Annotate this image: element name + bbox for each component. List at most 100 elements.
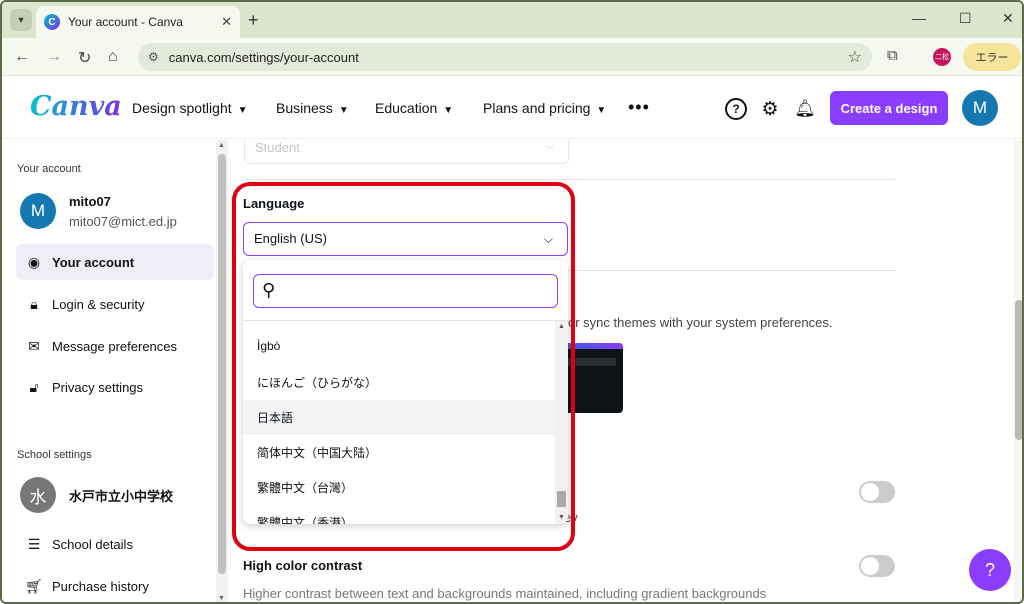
scroll-down-icon[interactable]: ▼: [558, 514, 565, 521]
scrollbar-thumb[interactable]: [557, 491, 566, 507]
more-menu-icon[interactable]: •••: [628, 97, 650, 118]
settings-sidebar: Your account M mito07 mito07@mict.ed.jp …: [2, 140, 216, 602]
school-section-heading: School settings: [17, 449, 92, 461]
high-contrast-toggle[interactable]: [859, 555, 895, 577]
sidebar-item-label: School details: [52, 536, 133, 552]
high-contrast-description: Higher contrast between text and backgro…: [243, 586, 767, 601]
canva-favicon-icon: C: [44, 14, 60, 30]
theme-description: or sync themes with your system preferen…: [568, 315, 833, 330]
back-icon[interactable]: ←: [14, 48, 30, 66]
sidebar-item-label: Your account: [52, 254, 135, 270]
language-value: English (US): [254, 231, 327, 246]
sidebar-item-label: Purchase history: [52, 578, 149, 594]
nav-design-spotlight[interactable]: Design spotlight ▼: [132, 100, 248, 116]
language-options: Ìgbò にほんご（ひらがな） 日本語 简体中文（中国大陆） 繁體中文（台灣） …: [243, 330, 555, 524]
address-bar: ← → ↻ ⌂ ⚙ canva.com/settings/your-accoun…: [2, 38, 1022, 76]
school-name: 水戸市立小中学校: [69, 488, 174, 504]
tab-search-button[interactable]: ▾: [10, 9, 32, 31]
nav-education[interactable]: Education ▼: [375, 100, 453, 116]
list-icon: ☰: [27, 535, 41, 552]
notifications-bell-icon[interactable]: 🔔︎: [794, 98, 816, 120]
person-icon: ◉: [27, 253, 41, 270]
avatar: M: [20, 193, 56, 229]
language-option[interactable]: 日本語: [243, 400, 555, 435]
sidebar-item-login-security[interactable]: 🔒︎ Login & security: [16, 286, 214, 322]
tab-bar: ▾ C Your account - Canva ✕ + — ☐ ✕: [2, 2, 1022, 38]
language-option[interactable]: 繁體中文（香港）: [243, 505, 555, 524]
cart-icon: 🛒︎: [25, 577, 43, 594]
extensions-icon[interactable]: ⧉: [887, 47, 898, 64]
bookmark-star-icon[interactable]: ☆: [848, 47, 862, 67]
language-option[interactable]: にほんご（ひらがな）: [243, 365, 555, 400]
chevron-down-icon: ⌵: [546, 141, 554, 152]
sidebar-item-message-preferences[interactable]: ✉ Message preferences: [16, 328, 214, 364]
sidebar-item-your-account[interactable]: ◉ Your account: [16, 244, 214, 280]
chevron-down-icon: ▼: [596, 105, 607, 116]
forward-icon[interactable]: →: [46, 48, 62, 66]
close-window-icon[interactable]: ✕: [1002, 10, 1014, 27]
language-dropdown: ⚲ Ìgbò にほんご（ひらがな） 日本語 简体中文（中国大陆） 繁體中文（台灣…: [243, 260, 568, 524]
school-info: 水 水戸市立小中学校: [20, 477, 173, 513]
canva-header: Canva Design spotlight ▼ Business ▼ Educat…: [2, 77, 1022, 139]
sidebar-item-label: Login & security: [52, 296, 145, 312]
tab-title: Your account - Canva: [68, 15, 183, 29]
reload-icon[interactable]: ↻: [78, 48, 91, 68]
language-search-input[interactable]: ⚲: [253, 274, 558, 308]
maximize-icon[interactable]: ☐: [959, 10, 972, 27]
language-option[interactable]: Ìgbò: [243, 330, 555, 365]
language-option[interactable]: 简体中文（中国大陆）: [243, 435, 555, 470]
url-text: canva.com/settings/your-account: [168, 49, 359, 65]
sidebar-item-privacy-settings[interactable]: 🔓︎ Privacy settings: [16, 369, 214, 405]
canva-logo[interactable]: Canva: [30, 91, 122, 122]
user-email: mito07@mict.ed.jp: [69, 213, 177, 229]
sidebar-item-purchase-history[interactable]: 🛒︎ Purchase history: [16, 568, 214, 602]
scrollbar-thumb[interactable]: [218, 154, 226, 574]
settings-gear-icon[interactable]: ⚙: [759, 98, 781, 120]
scroll-up-icon[interactable]: ▲: [558, 323, 565, 330]
padlock-icon: 🔓︎: [29, 378, 39, 395]
divider: [243, 320, 568, 321]
user-avatar[interactable]: M: [962, 90, 998, 126]
browser-profile-avatar[interactable]: 二松: [933, 48, 951, 66]
sidebar-item-school-details[interactable]: ☰ School details: [16, 526, 214, 562]
home-icon[interactable]: ⌂: [108, 48, 118, 66]
role-select[interactable]: Student ⌵: [244, 140, 569, 164]
scroll-down-icon[interactable]: ▼: [218, 595, 225, 602]
envelope-icon: ✉: [28, 337, 40, 354]
close-tab-icon[interactable]: ✕: [221, 14, 232, 30]
toggle-switch[interactable]: [859, 481, 895, 503]
nav-business[interactable]: Business ▼: [276, 100, 349, 116]
role-value: Student: [255, 140, 300, 155]
school-avatar: 水: [20, 477, 56, 513]
create-design-button[interactable]: Create a design: [830, 91, 948, 125]
help-button[interactable]: ?: [969, 549, 1011, 591]
url-field[interactable]: ⚙ canva.com/settings/your-account ☆: [138, 43, 872, 71]
user-info: M mito07 mito07@mict.ed.jp: [20, 193, 177, 229]
browser-tab[interactable]: C Your account - Canva ✕: [36, 6, 240, 38]
scroll-up-icon[interactable]: ▲: [218, 142, 225, 149]
lock-icon: 🔒︎: [30, 295, 38, 312]
chevron-down-icon: ▼: [443, 105, 454, 116]
browser-window: ▾ C Your account - Canva ✕ + — ☐ ✕ ← → ↻…: [0, 0, 1024, 604]
chevron-down-icon: ⌵: [543, 232, 553, 246]
help-icon[interactable]: ?: [725, 98, 747, 120]
browser-error-button[interactable]: エラー: [963, 43, 1021, 71]
language-select[interactable]: English (US) ⌵: [243, 222, 568, 256]
divider: [244, 179, 895, 180]
account-section-heading: Your account: [17, 163, 81, 175]
chevron-down-icon: ▼: [237, 105, 248, 116]
scrollbar-thumb[interactable]: [1015, 300, 1022, 440]
dark-theme-thumbnail[interactable]: [566, 343, 623, 413]
nav-plans-pricing[interactable]: Plans and pricing ▼: [483, 100, 606, 116]
language-label: Language: [243, 196, 305, 211]
sidebar-scrollbar[interactable]: ▲ ▼: [216, 140, 228, 602]
minimize-icon[interactable]: —: [912, 10, 926, 26]
dropdown-scrollbar[interactable]: ▲ ▼: [555, 321, 568, 524]
site-info-icon[interactable]: ⚙: [148, 50, 159, 64]
new-tab-icon[interactable]: +: [248, 10, 259, 31]
user-name: mito07: [69, 193, 111, 209]
high-contrast-title: High color contrast: [243, 558, 363, 573]
language-option[interactable]: 繁體中文（台灣）: [243, 470, 555, 505]
main-scrollbar[interactable]: [1014, 140, 1022, 602]
chevron-down-icon: ▼: [338, 105, 349, 116]
